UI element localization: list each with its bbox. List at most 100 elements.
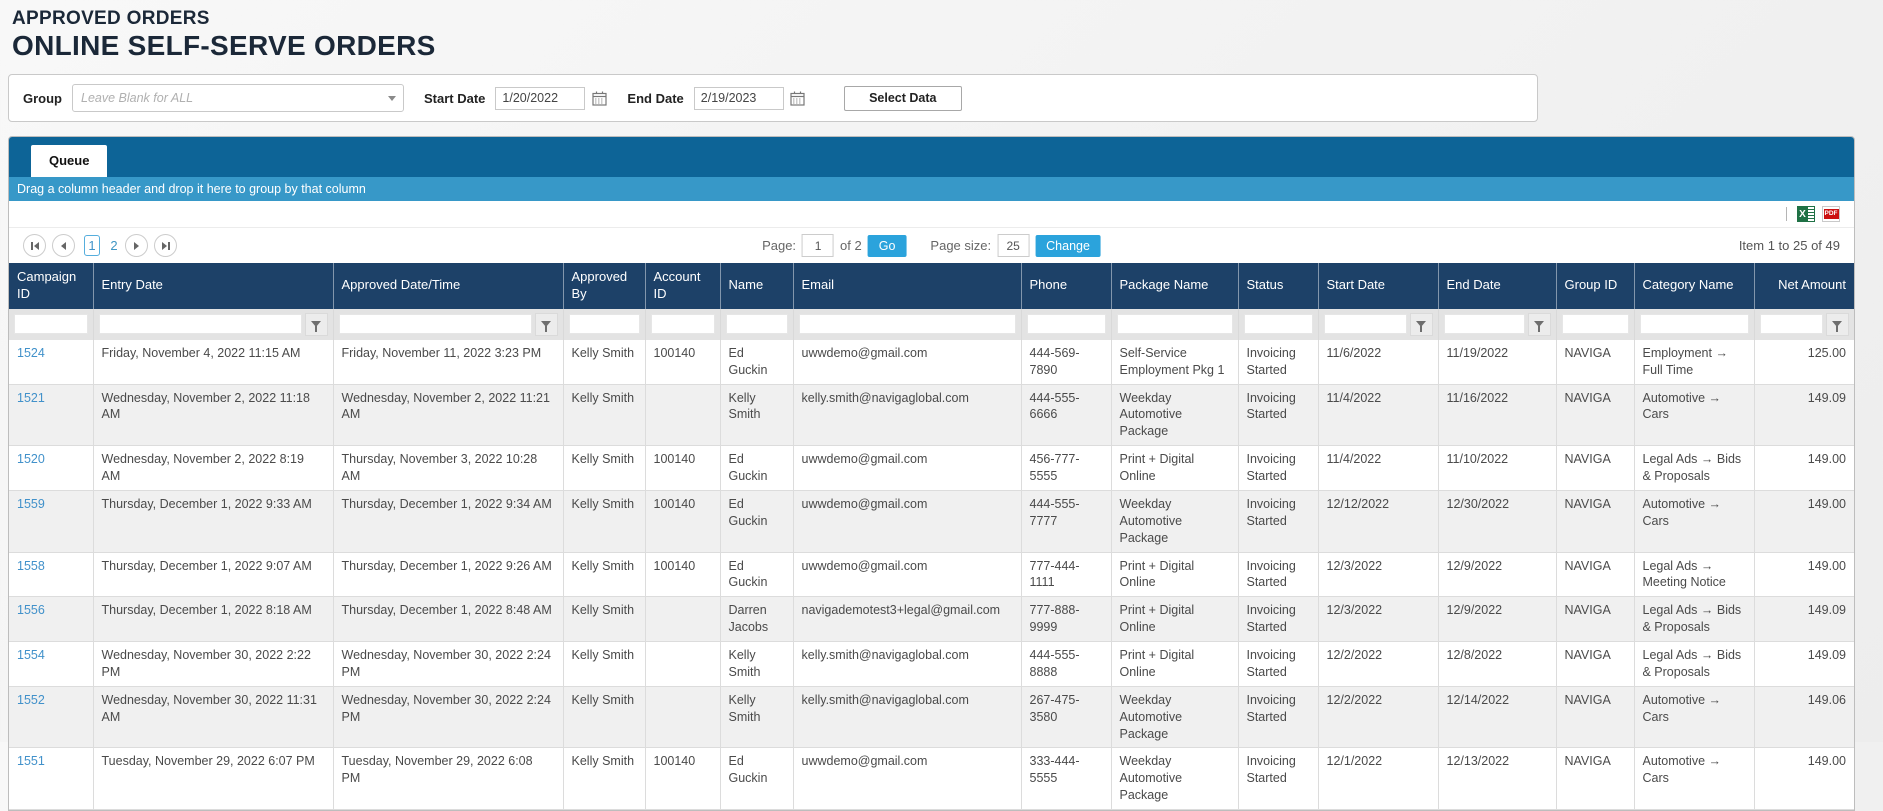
column-header-package-name[interactable]: Package Name [1111, 263, 1238, 309]
cell-entry-date: Wednesday, November 30, 2022 2:22 PM [93, 642, 333, 687]
cell-entry-date: Thursday, December 1, 2022 9:07 AM [93, 552, 333, 597]
cell-group-id: NAVIGA [1556, 686, 1634, 748]
column-header-entry-date[interactable]: Entry Date [93, 263, 333, 309]
next-page-button[interactable] [125, 234, 148, 257]
cell-account-id: 100140 [645, 748, 720, 810]
campaign-id-link[interactable]: 1556 [17, 603, 45, 617]
campaign-id-link[interactable]: 1552 [17, 693, 45, 707]
cell-category-name: Automotive → Cars [1634, 748, 1754, 810]
column-header-net-amount[interactable]: Net Amount [1754, 263, 1854, 309]
cell-net-amount: 125.00 [1754, 340, 1854, 384]
cell-approved-by: Kelly Smith [563, 748, 645, 810]
start-date-input[interactable] [495, 87, 585, 110]
campaign-id-link[interactable]: 1520 [17, 452, 45, 466]
filter-input-status[interactable] [1244, 314, 1313, 334]
filter-input-email[interactable] [799, 314, 1016, 334]
column-header-end-date[interactable]: End Date [1438, 263, 1556, 309]
chevron-down-icon[interactable] [381, 85, 403, 111]
filter-funnel-icon-entry-date[interactable] [305, 313, 328, 336]
column-header-status[interactable]: Status [1238, 263, 1318, 309]
column-header-group-id[interactable]: Group ID [1556, 263, 1634, 309]
column-header-campaign-id[interactable]: Campaign ID [9, 263, 93, 309]
cell-approved-date-time: Wednesday, November 30, 2022 2:24 PM [333, 686, 563, 748]
cell-end-date: 12/30/2022 [1438, 490, 1556, 552]
campaign-id-link[interactable]: 1559 [17, 497, 45, 511]
filter-cell-package-name [1111, 309, 1238, 340]
prev-page-button[interactable] [52, 234, 75, 257]
cell-package-name: Print + Digital Online [1111, 446, 1238, 491]
filter-cell-category-name [1634, 309, 1754, 340]
column-header-name[interactable]: Name [720, 263, 793, 309]
filter-input-start-date[interactable] [1324, 314, 1407, 334]
column-header-phone[interactable]: Phone [1021, 263, 1111, 309]
cell-phone: 444-569-7890 [1021, 340, 1111, 384]
cell-phone: 777-888-9999 [1021, 597, 1111, 642]
column-header-category-name[interactable]: Category Name [1634, 263, 1754, 309]
excel-export-icon[interactable]: X [1797, 206, 1815, 222]
go-button[interactable]: Go [868, 235, 907, 257]
filter-input-phone[interactable] [1027, 314, 1106, 334]
group-dropdown[interactable] [72, 84, 404, 112]
column-header-email[interactable]: Email [793, 263, 1021, 309]
cell-approved-by: Kelly Smith [563, 686, 645, 748]
cell-package-name: Weekday Automotive Package [1111, 384, 1238, 446]
toolbar-divider [1786, 207, 1787, 221]
filter-funnel-icon-start-date[interactable] [1410, 313, 1433, 336]
campaign-id-link[interactable]: 1558 [17, 559, 45, 573]
filter-input-entry-date[interactable] [99, 314, 302, 334]
filter-input-approved-by[interactable] [569, 314, 640, 334]
filter-input-category-name[interactable] [1640, 314, 1749, 334]
cell-group-id: NAVIGA [1556, 384, 1634, 446]
table-row: 1551Tuesday, November 29, 2022 6:07 PMTu… [9, 748, 1854, 810]
cell-status: Invoicing Started [1238, 490, 1318, 552]
page-button-2[interactable]: 2 [106, 235, 122, 256]
cell-approved-by: Kelly Smith [563, 490, 645, 552]
page-size-input[interactable] [997, 234, 1029, 257]
filter-input-group-id[interactable] [1562, 314, 1629, 334]
end-date-calendar-icon[interactable] [788, 87, 808, 109]
filter-input-approved-date-time[interactable] [339, 314, 532, 334]
campaign-id-link[interactable]: 1521 [17, 391, 45, 405]
filter-input-name[interactable] [726, 314, 788, 334]
filter-funnel-icon-approved-date-time[interactable] [535, 313, 558, 336]
column-header-approved-date-time[interactable]: Approved Date/Time [333, 263, 563, 309]
page-button-1[interactable]: 1 [84, 235, 100, 256]
filter-funnel-icon-end-date[interactable] [1528, 313, 1551, 336]
column-header-start-date[interactable]: Start Date [1318, 263, 1438, 309]
last-page-button[interactable] [154, 234, 177, 257]
filter-input-package-name[interactable] [1117, 314, 1233, 334]
first-page-button[interactable] [23, 234, 46, 257]
cell-email: uwwdemo@gmail.com [793, 340, 1021, 384]
end-date-input[interactable] [694, 87, 784, 110]
filter-funnel-icon-net-amount[interactable] [1826, 313, 1849, 336]
filter-input-end-date[interactable] [1444, 314, 1525, 334]
cell-campaign-id: 1520 [9, 446, 93, 491]
cell-package-name: Weekday Automotive Package [1111, 748, 1238, 810]
cell-account-id [645, 384, 720, 446]
tab-queue[interactable]: Queue [31, 145, 107, 177]
cell-phone: 444-555-8888 [1021, 642, 1111, 687]
select-data-button[interactable]: Select Data [844, 86, 962, 111]
column-header-account-id[interactable]: Account ID [645, 263, 720, 309]
filter-input-campaign-id[interactable] [14, 314, 88, 334]
cell-status: Invoicing Started [1238, 686, 1318, 748]
cell-name: Ed Guckin [720, 446, 793, 491]
filter-input-net-amount[interactable] [1760, 314, 1823, 334]
page-subtitle: APPROVED ORDERS [12, 8, 1883, 30]
campaign-id-link[interactable]: 1551 [17, 754, 45, 768]
change-button[interactable]: Change [1035, 235, 1101, 257]
page-number-input[interactable] [802, 234, 834, 257]
campaign-id-link[interactable]: 1554 [17, 648, 45, 662]
table-row: 1524Friday, November 4, 2022 11:15 AMFri… [9, 340, 1854, 384]
column-header-approved-by[interactable]: Approved By [563, 263, 645, 309]
group-input[interactable] [73, 87, 381, 109]
group-drop-zone[interactable]: Drag a column header and drop it here to… [9, 177, 1854, 201]
start-date-calendar-icon[interactable] [589, 87, 609, 109]
cell-category-name: Legal Ads → Bids & Proposals [1634, 642, 1754, 687]
campaign-id-link[interactable]: 1524 [17, 346, 45, 360]
cell-entry-date: Wednesday, November 30, 2022 11:31 AM [93, 686, 333, 748]
pdf-export-icon[interactable]: PDF [1822, 206, 1840, 222]
filter-input-account-id[interactable] [651, 314, 715, 334]
cell-status: Invoicing Started [1238, 384, 1318, 446]
cell-group-id: NAVIGA [1556, 446, 1634, 491]
